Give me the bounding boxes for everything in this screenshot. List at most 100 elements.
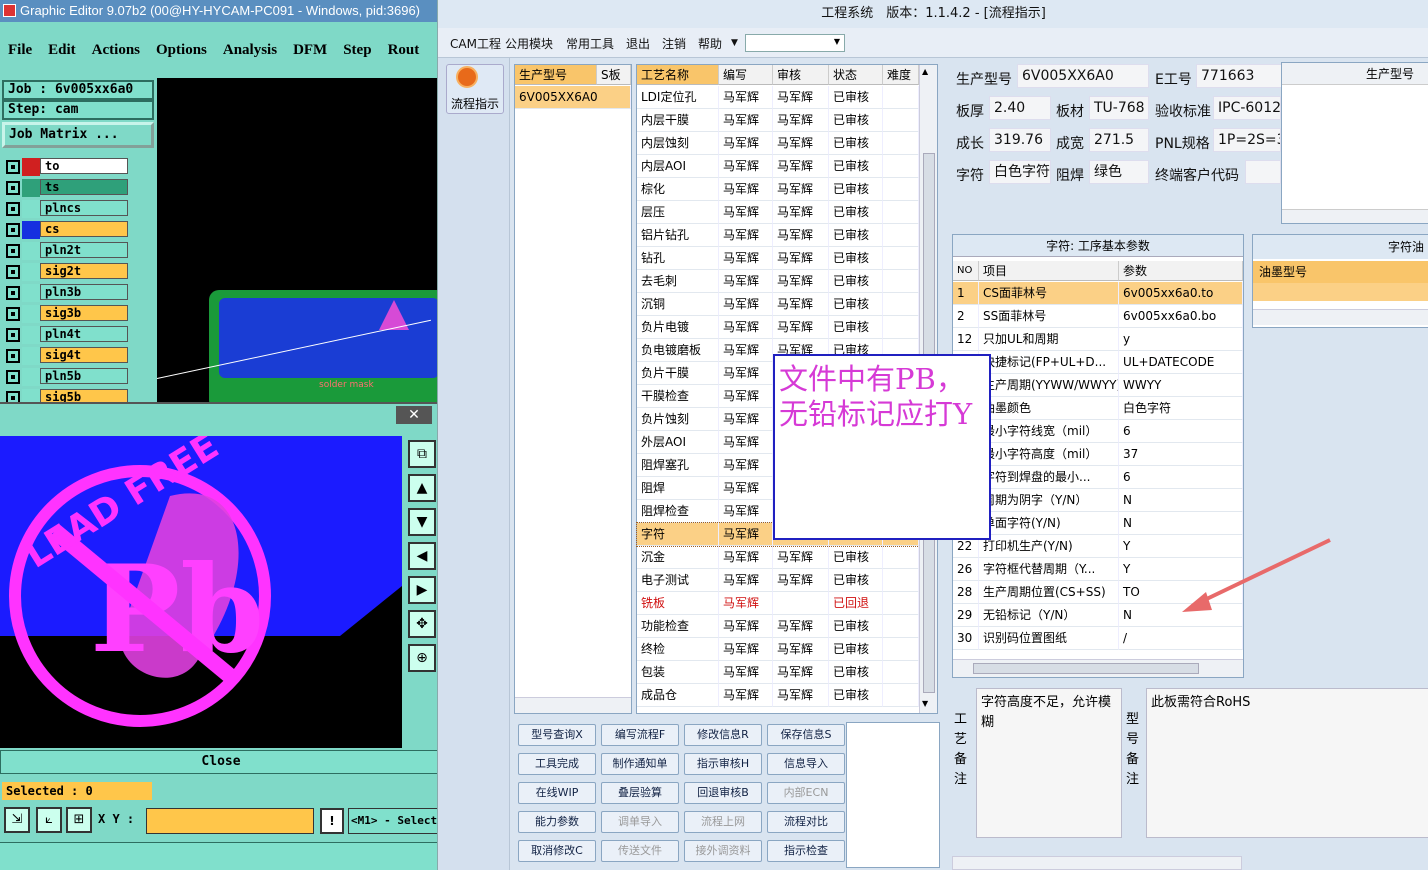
- process-row[interactable]: 去毛刺 马军辉 马军辉 已审核: [637, 270, 919, 293]
- col-status[interactable]: 状态: [829, 65, 883, 85]
- action-button[interactable]: 能力参数: [518, 811, 596, 833]
- menu-rout[interactable]: Rout: [388, 42, 420, 59]
- zoom-fit-icon[interactable]: ⧉: [408, 440, 436, 468]
- scroll-up-icon[interactable]: ▲: [922, 67, 928, 76]
- layer-checkbox[interactable]: [6, 202, 20, 216]
- param-row[interactable]: 16最小字符线宽（mil）6: [953, 420, 1243, 443]
- layer-row[interactable]: pln3b: [6, 284, 128, 302]
- col-difficulty[interactable]: 难度: [883, 65, 919, 85]
- material-field[interactable]: TU-768: [1089, 96, 1149, 120]
- action-button[interactable]: 内部ECN: [767, 782, 845, 804]
- layer-name[interactable]: ts: [40, 179, 128, 195]
- process-row[interactable]: 终检 马军辉 马军辉 已审核: [637, 638, 919, 661]
- action-button[interactable]: 指示检查: [767, 840, 845, 862]
- layer-checkbox[interactable]: [6, 244, 20, 258]
- process-note-text[interactable]: 字符高度不足，允许模糊: [976, 688, 1122, 838]
- zoom-view[interactable]: Pb LEAD FREE: [0, 436, 402, 748]
- menu-dfm[interactable]: DFM: [293, 42, 327, 59]
- process-row[interactable]: 负片电镀 马军辉 马军辉 已审核: [637, 316, 919, 339]
- action-button[interactable]: 修改信息R: [684, 724, 762, 746]
- process-row[interactable]: 电子测试 马军辉 马军辉 已审核: [637, 569, 919, 592]
- scroll-down-icon[interactable]: ▼: [922, 699, 928, 708]
- menu-actions[interactable]: Actions: [92, 42, 140, 59]
- action-button[interactable]: 编写流程F: [601, 724, 679, 746]
- layer-name[interactable]: pln4t: [40, 326, 128, 342]
- ink-row[interactable]: [1253, 283, 1428, 301]
- toolbar-common[interactable]: 公用模块: [505, 35, 553, 52]
- scroll-thumb[interactable]: [973, 663, 1199, 674]
- param-row[interactable]: 14生产周期(YYWW/WWYY)WWYY: [953, 374, 1243, 397]
- mask-field[interactable]: 绿色: [1089, 160, 1149, 184]
- process-row[interactable]: 功能检查 马军辉 马军辉 已审核: [637, 615, 919, 638]
- action-button[interactable]: 叠层验算: [601, 782, 679, 804]
- zoom-out-icon[interactable]: ⊕: [408, 644, 436, 672]
- layer-checkbox[interactable]: [6, 286, 20, 300]
- layer-row[interactable]: sig4t: [6, 347, 128, 365]
- menu-options[interactable]: Options: [156, 42, 207, 59]
- action-button[interactable]: 接外调资料: [684, 840, 762, 862]
- model-field[interactable]: 6V005XX6A0: [1017, 64, 1149, 88]
- action-button[interactable]: 指示审核H: [684, 753, 762, 775]
- param-row[interactable]: 30 识别码位置图纸 /: [953, 627, 1243, 650]
- layer-checkbox[interactable]: [6, 328, 20, 342]
- action-button[interactable]: 制作通知单: [601, 753, 679, 775]
- alert-icon[interactable]: !: [320, 808, 344, 834]
- param-row[interactable]: 20周期为阴字（Y/N）N: [953, 489, 1243, 512]
- col-author[interactable]: 编写: [719, 65, 773, 85]
- layer-row[interactable]: ts: [6, 179, 128, 197]
- toolbar-help[interactable]: 帮助: [698, 35, 722, 52]
- col-reviewer[interactable]: 审核: [773, 65, 829, 85]
- layer-row[interactable]: to: [6, 158, 128, 176]
- action-button[interactable]: 保存信息S: [767, 724, 845, 746]
- side-list-hscroll[interactable]: [1282, 209, 1428, 223]
- action-button[interactable]: 回退审核B: [684, 782, 762, 804]
- param-row[interactable]: 15油墨颜色白色字符: [953, 397, 1243, 420]
- menu-file[interactable]: File: [8, 42, 32, 59]
- process-row[interactable]: 铝片钻孔 马军辉 马军辉 已审核: [637, 224, 919, 247]
- zoom-in-icon[interactable]: ✥: [408, 610, 436, 638]
- width-field[interactable]: 271.5: [1089, 128, 1149, 152]
- menu-analysis[interactable]: Analysis: [223, 42, 277, 59]
- menu-step[interactable]: Step: [343, 42, 371, 59]
- pan-up-icon[interactable]: ▲: [408, 474, 436, 502]
- param-row[interactable]: 17最小字符高度（mil）37: [953, 443, 1243, 466]
- layer-checkbox[interactable]: [6, 307, 20, 321]
- snap-icon[interactable]: ⇲: [4, 807, 30, 833]
- layer-name[interactable]: sig4t: [40, 347, 128, 363]
- layer-row[interactable]: pln2t: [6, 242, 128, 260]
- param-row[interactable]: 13快捷标记(FP+UL+D...UL+DATECODE: [953, 351, 1243, 374]
- pan-left-icon[interactable]: ◀: [408, 542, 436, 570]
- job-matrix-button[interactable]: Job Matrix ...: [2, 122, 154, 148]
- process-row[interactable]: 钻孔 马军辉 马军辉 已审核: [637, 247, 919, 270]
- graphic-canvas[interactable]: solder mask: [157, 78, 442, 404]
- col-sboard[interactable]: S板: [597, 65, 631, 85]
- layer-row[interactable]: pln4t: [6, 326, 128, 344]
- ink-hscroll[interactable]: [1253, 309, 1428, 325]
- layer-name[interactable]: pln5b: [40, 368, 128, 384]
- close-icon[interactable]: ✕: [396, 406, 432, 424]
- close-button[interactable]: Close: [0, 750, 442, 774]
- process-row[interactable]: 层压 马军辉 马军辉 已审核: [637, 201, 919, 224]
- toolbar-combo[interactable]: ▼: [745, 34, 845, 52]
- process-row[interactable]: 沉金 马军辉 马军辉 已审核: [637, 546, 919, 569]
- action-button[interactable]: 流程对比: [767, 811, 845, 833]
- param-row[interactable]: 12 只加UL和周期 y: [953, 328, 1243, 351]
- notes-hscroll[interactable]: [952, 856, 1242, 870]
- layer-checkbox[interactable]: [6, 370, 20, 384]
- col-process[interactable]: 工艺名称: [637, 65, 719, 85]
- process-row[interactable]: 棕化 马军辉 马军辉 已审核: [637, 178, 919, 201]
- layer-checkbox[interactable]: [6, 181, 20, 195]
- layer-name[interactable]: to: [40, 158, 128, 174]
- layer-row[interactable]: sig3b: [6, 305, 128, 323]
- menu-edit[interactable]: Edit: [48, 42, 76, 59]
- layer-checkbox[interactable]: [6, 265, 20, 279]
- col-param[interactable]: 参数: [1119, 261, 1243, 281]
- process-row[interactable]: 内层AOI 马军辉 马军辉 已审核: [637, 155, 919, 178]
- layer-checkbox[interactable]: [6, 223, 20, 237]
- xy-input[interactable]: [146, 808, 314, 834]
- model-note-text[interactable]: 此板需符合RoHS: [1146, 688, 1428, 838]
- toolbar-exit[interactable]: 退出: [626, 35, 650, 52]
- col-model[interactable]: 生产型号: [515, 65, 597, 85]
- toolbar-cam[interactable]: CAM工程: [450, 35, 501, 52]
- action-button[interactable]: 信息导入: [767, 753, 845, 775]
